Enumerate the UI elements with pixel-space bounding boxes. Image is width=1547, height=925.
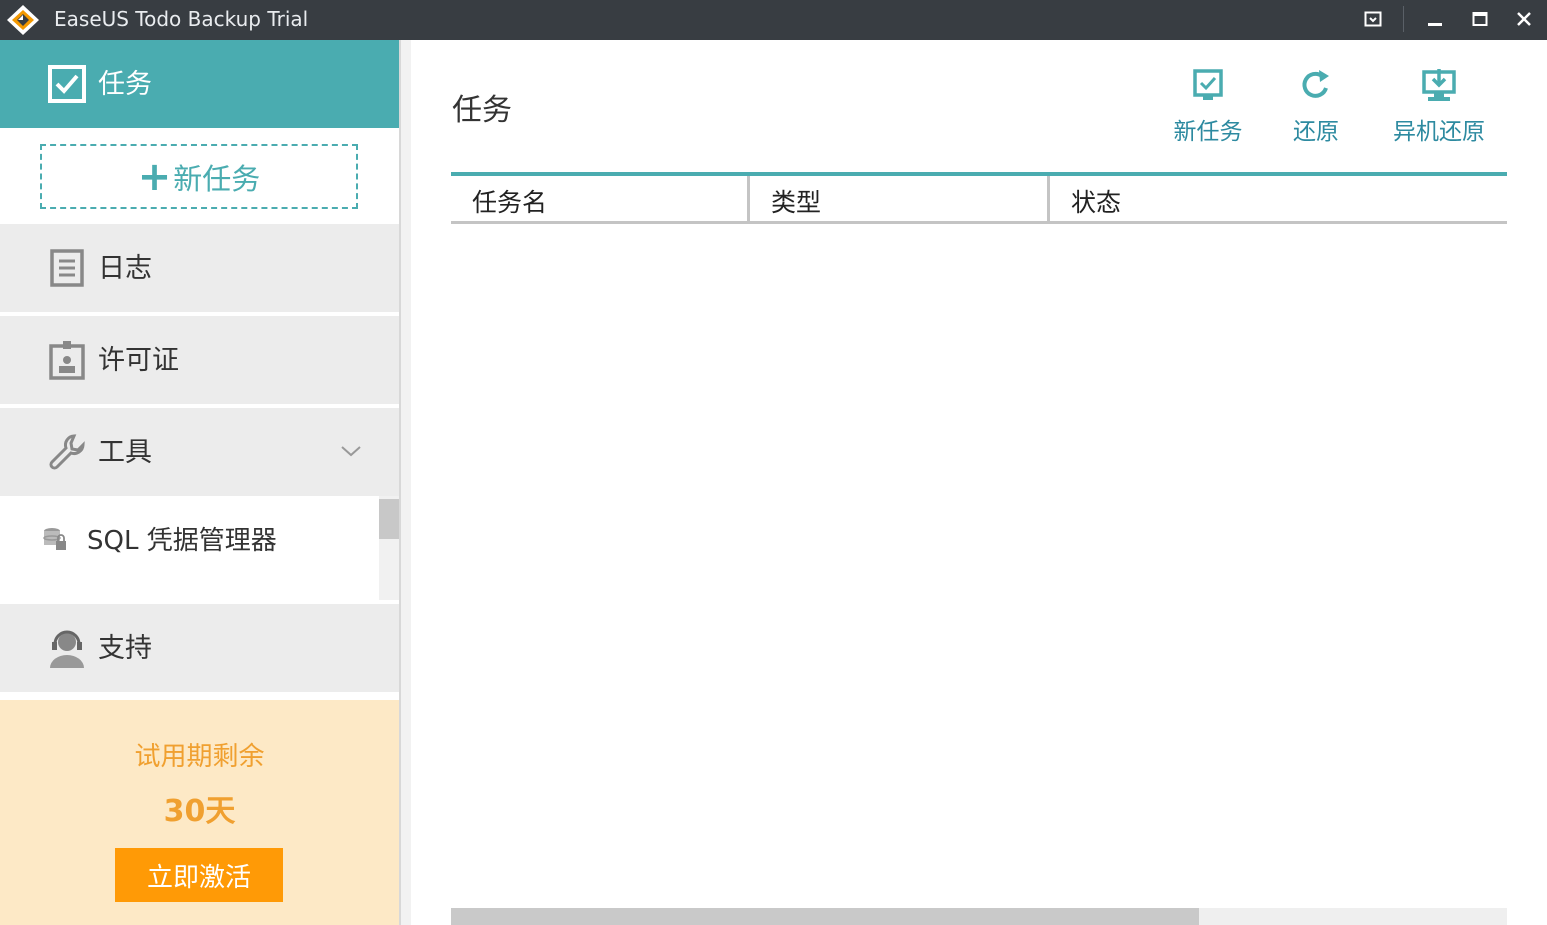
- horizontal-scrollbar[interactable]: [451, 908, 1507, 925]
- maximize-button[interactable]: [1465, 6, 1495, 32]
- sidebar-item-log[interactable]: 日志: [0, 224, 399, 312]
- easeus-logo: [7, 5, 39, 35]
- submenu-scrollbar[interactable]: [379, 496, 399, 600]
- sidebar-item-tasks[interactable]: 任务: [0, 40, 399, 128]
- trial-days-value: 30天: [163, 794, 236, 829]
- sidebar-item-label: 支持: [98, 633, 152, 664]
- trial-panel: 试用期剩余 30天 立即激活: [0, 700, 399, 925]
- toolbar-label: 还原: [1293, 119, 1339, 145]
- sidebar-item-label: SQL 凭据管理器: [87, 526, 277, 556]
- title-bar: EaseUS Todo Backup Trial: [0, 0, 1547, 40]
- chevron-down-icon[interactable]: [340, 444, 362, 458]
- database-lock-icon: [42, 526, 68, 552]
- column-header-status[interactable]: 状态: [1050, 176, 1507, 221]
- restore-down-button[interactable]: [1358, 6, 1388, 32]
- sidebar-divider: [399, 40, 411, 925]
- sidebar-item-support[interactable]: 支持: [0, 604, 399, 692]
- remote-restore-icon: [1419, 66, 1459, 104]
- close-button[interactable]: [1509, 6, 1539, 32]
- toolbar-label: 新任务: [1173, 119, 1243, 145]
- sidebar-item-sql-credential-manager[interactable]: SQL 凭据管理器: [0, 496, 379, 600]
- sidebar-new-task-button[interactable]: + 新任务: [40, 144, 358, 209]
- sidebar-item-label: 工具: [98, 437, 152, 468]
- support-headset-icon: [47, 628, 87, 668]
- activate-now-button[interactable]: 立即激活: [115, 848, 283, 902]
- new-task-label: 新任务: [173, 161, 261, 196]
- toolbar-label: 异机还原: [1393, 119, 1485, 145]
- column-header-task-name[interactable]: 任务名: [451, 176, 747, 221]
- horizontal-scrollbar-thumb[interactable]: [451, 908, 1199, 925]
- minimize-icon: [1428, 23, 1442, 26]
- sidebar-item-label: 日志: [98, 253, 152, 284]
- trial-remaining-label: 试用期剩余: [134, 742, 265, 772]
- task-table-header: 任务名 类型 状态: [451, 172, 1507, 224]
- column-header-type[interactable]: 类型: [750, 176, 1047, 221]
- sidebar-item-label: 任务: [98, 69, 152, 100]
- license-badge-icon: [47, 340, 87, 380]
- sidebar-item-license[interactable]: 许可证: [0, 316, 399, 404]
- sidebar-item-label: 许可证: [98, 345, 179, 376]
- sidebar-item-tools[interactable]: 工具: [0, 408, 399, 496]
- titlebar-separator: [1403, 6, 1404, 32]
- toolbar-new-task-button[interactable]: 新任务: [1167, 66, 1249, 146]
- close-icon: [1517, 12, 1531, 26]
- new-task-icon: [1188, 66, 1228, 104]
- page-title: 任务: [452, 93, 512, 128]
- sidebar: 任务 + 新任务 日志 许可证 工具 SQL 凭据管理器 支持 试用期剩余 30…: [0, 40, 399, 925]
- window-title: EaseUS Todo Backup Trial: [54, 7, 309, 31]
- log-document-icon: [47, 248, 87, 288]
- minimize-button[interactable]: [1420, 6, 1450, 32]
- task-check-icon: [47, 64, 87, 104]
- toolbar-remote-restore-button[interactable]: 异机还原: [1388, 66, 1490, 146]
- maximize-icon: [1472, 12, 1488, 26]
- restore-icon: [1296, 66, 1336, 104]
- plus-icon: +: [137, 153, 172, 200]
- submenu-scrollbar-thumb[interactable]: [379, 499, 399, 539]
- restore-down-icon: [1364, 11, 1382, 27]
- wrench-icon: [47, 432, 87, 472]
- toolbar-restore-button[interactable]: 还原: [1286, 66, 1346, 146]
